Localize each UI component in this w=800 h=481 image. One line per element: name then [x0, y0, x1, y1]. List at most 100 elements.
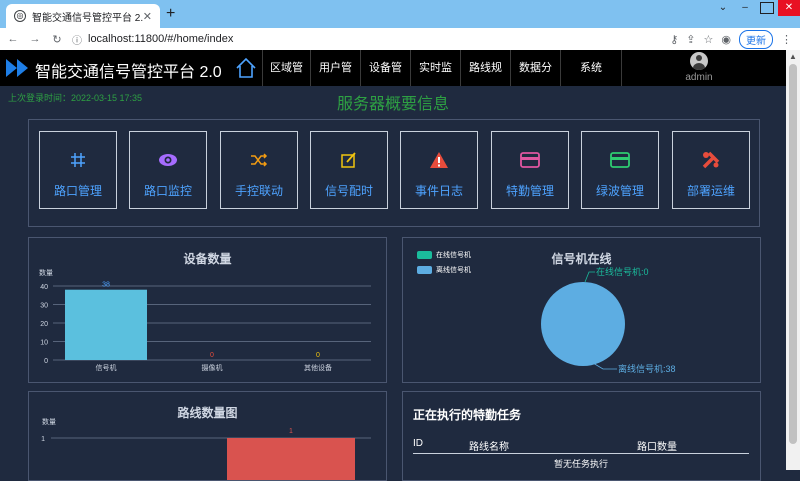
edit-icon	[340, 150, 358, 170]
route-count-chart: 数量 1 1	[41, 417, 371, 480]
back-icon[interactable]: ←	[4, 33, 22, 45]
hash-icon	[69, 150, 87, 170]
close-tab-icon[interactable]: ✕	[143, 10, 152, 23]
chevron-down-icon[interactable]: ⌄	[712, 0, 734, 16]
quick-link-event-log[interactable]: 事件日志	[400, 131, 478, 209]
quick-link-label: 绿波管理	[595, 184, 644, 198]
quick-links-panel: 路口管理 路口监控 手控联动 信号配时 事件日志 特勤管理 绿波管理 部署运维	[28, 119, 760, 227]
page-title: 服务器概要信息	[336, 96, 449, 113]
quick-link-special-duty[interactable]: 特勤管理	[491, 131, 569, 209]
y-axis-label: 数量	[39, 268, 53, 277]
more-icon[interactable]: ⋮	[781, 33, 792, 46]
quick-link-deploy-ops[interactable]: 部署运维	[672, 131, 750, 209]
y-tick-label: 1	[41, 436, 45, 443]
menu-item-monitor[interactable]: 实时监控	[410, 50, 460, 110]
close-window-icon[interactable]: ✕	[778, 0, 800, 16]
quick-link-label: 事件日志	[414, 184, 463, 198]
menu-item-analysis[interactable]: 数据分析	[510, 50, 560, 110]
app-header: 智能交通信号管控平台 2.0 区域管理 用户管理 设备管理 实时监控 路线规划 …	[0, 50, 786, 110]
y-tick-label: 20	[40, 321, 48, 328]
maximize-icon[interactable]	[760, 2, 774, 14]
y-axis-label: 数量	[42, 417, 56, 426]
quick-link-label: 路口监控	[143, 184, 192, 198]
avatar[interactable]	[690, 52, 708, 70]
tab-title: 智能交通信号管控平台 2.0	[32, 12, 143, 24]
card-icon	[610, 150, 630, 170]
main-menu: 区域管理 用户管理 设备管理 实时监控 路线规划 数据分析 系统	[262, 50, 622, 110]
quick-link-label: 特勤管理	[505, 184, 554, 198]
shuffle-icon	[250, 150, 268, 170]
scroll-up-icon[interactable]: ▲	[789, 52, 797, 61]
user-name[interactable]: admin	[682, 72, 716, 83]
y-tick-label: 40	[40, 284, 48, 291]
scrollbar-thumb[interactable]	[789, 64, 797, 444]
quick-link-label: 路口管理	[53, 184, 102, 198]
bar	[227, 438, 355, 480]
device-count-chart: 数量 0 10 20 30 40 38 信号机 0 摄像机 0 其他设备	[39, 268, 371, 372]
warning-icon	[429, 150, 449, 170]
forward-icon[interactable]: →	[26, 33, 44, 45]
route-count-panel: 路线数量图 数量 1 1	[28, 391, 387, 481]
signal-online-panel: 信号机在线 在线信号机 离线信号机 在线信号机:0 离线信号机:38	[402, 237, 761, 383]
page-scrollbar[interactable]: ▲	[786, 50, 800, 470]
logo-icon	[6, 56, 32, 80]
menu-item-users[interactable]: 用户管理	[310, 50, 360, 110]
quick-link-label: 手控联动	[234, 184, 283, 198]
minimize-icon[interactable]: –	[734, 0, 756, 16]
tasks-empty-text: 暂无任务执行	[553, 459, 608, 469]
special-tasks-panel: 正在执行的特勤任务 ID 路线名称 路口数量 暂无任务执行	[402, 391, 761, 481]
y-tick-label: 30	[40, 303, 48, 310]
y-tick-label: 10	[40, 340, 48, 347]
menu-item-route[interactable]: 路线规划	[460, 50, 510, 110]
column-header-intersection-count[interactable]: 路口数量	[637, 438, 677, 453]
new-tab-icon[interactable]: +	[166, 5, 175, 23]
card-icon	[520, 150, 540, 170]
x-tick-label: 其他设备	[304, 363, 332, 372]
quick-link-signal-timing[interactable]: 信号配时	[310, 131, 388, 209]
menu-item-devices[interactable]: 设备管理	[360, 50, 410, 110]
tasks-title: 正在执行的特勤任务	[413, 408, 522, 422]
quick-link-manual-linkage[interactable]: 手控联动	[220, 131, 298, 209]
y-tick-label: 0	[44, 358, 48, 365]
key-icon[interactable]: ⚷	[670, 33, 678, 46]
url-text[interactable]: localhost:11800/#/home/index	[88, 33, 233, 45]
signal-online-chart: 在线信号机:0 离线信号机:38	[541, 266, 676, 374]
address-bar[interactable]: ⓘ localhost:11800/#/home/index	[72, 30, 652, 48]
share-icon[interactable]: ⇪	[686, 33, 695, 46]
browser-tab[interactable]: ◎ 智能交通信号管控平台 2.0 ✕	[6, 4, 160, 28]
reload-icon[interactable]: ↻	[48, 33, 66, 46]
eye-icon	[158, 150, 178, 170]
update-button[interactable]: 更新	[739, 30, 773, 49]
menu-item-region[interactable]: 区域管理	[262, 50, 310, 110]
main-content: 上次登录时间：2022-03-15 17:35 服务器概要信息 路口管理 路口监…	[0, 86, 786, 481]
slice-label: 在线信号机:0	[596, 266, 649, 277]
data-label: 0	[210, 352, 214, 359]
quick-link-green-wave[interactable]: 绿波管理	[581, 131, 659, 209]
leader-line	[592, 362, 617, 370]
leader-line	[584, 271, 595, 283]
data-label: 38	[102, 282, 110, 289]
x-tick-label: 摄像机	[202, 363, 223, 372]
quick-link-label: 部署运维	[686, 184, 735, 198]
profile-icon[interactable]: ◉	[721, 33, 731, 46]
home-icon[interactable]	[234, 56, 258, 80]
globe-icon: ◎	[14, 10, 26, 22]
quick-link-intersection-monitor[interactable]: 路口监控	[129, 131, 207, 209]
quick-link-label: 信号配时	[324, 184, 373, 198]
quick-link-intersection-manage[interactable]: 路口管理	[39, 131, 117, 209]
column-header-id[interactable]: ID	[413, 438, 423, 449]
column-header-route-name[interactable]: 路线名称	[469, 438, 509, 453]
slice-label: 离线信号机:38	[618, 363, 676, 374]
menu-item-system[interactable]: 系统	[560, 50, 622, 86]
pie-slice	[541, 282, 625, 366]
device-count-panel: 设备数量 数量 0 10 20 30 40 38 信号机 0 摄像机 0 其他设备	[28, 237, 387, 383]
browser-toolbar: ← → ↻ ⓘ localhost:11800/#/home/index ⚷ ⇪…	[0, 28, 800, 50]
info-icon[interactable]: ⓘ	[72, 32, 82, 47]
tools-icon	[701, 150, 721, 170]
bar	[65, 289, 147, 360]
star-icon[interactable]: ☆	[704, 33, 714, 46]
tasks-table-header: ID 路线名称 路口数量	[413, 438, 749, 454]
x-tick-label: 信号机	[96, 363, 117, 372]
user-menu[interactable]: admin	[682, 52, 716, 83]
browser-titlebar: ◎ 智能交通信号管控平台 2.0 ✕ + ⌄ – ✕	[0, 0, 800, 28]
